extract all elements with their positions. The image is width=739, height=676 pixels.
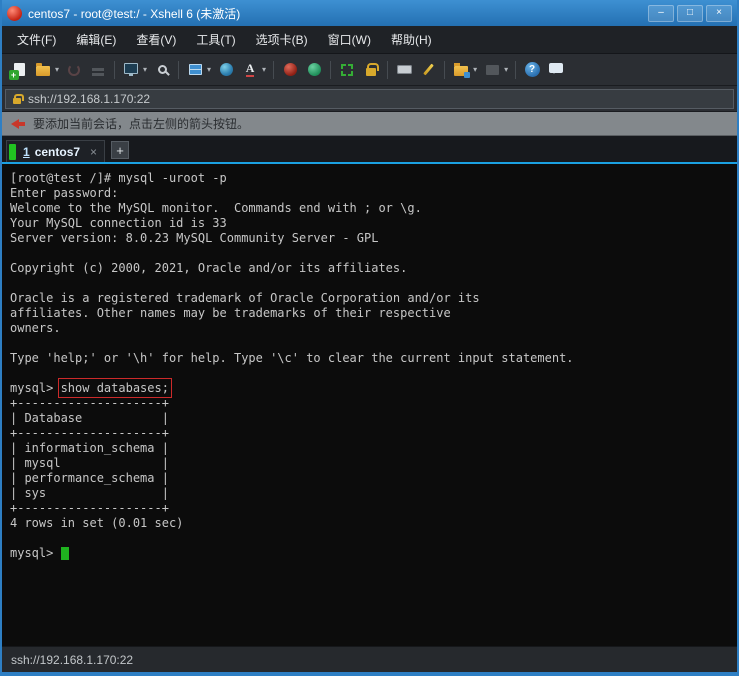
terminal-text-after: +--------------------+ | Database | +---… (10, 396, 183, 560)
window-border-bottom (2, 672, 737, 676)
xshell-window: centos7 - root@test:/ - Xshell 6 (未激活) –… (0, 0, 739, 676)
info-message: 要添加当前会话，点击左侧的箭头按钮。 (33, 115, 249, 132)
fullscreen-icon (341, 64, 353, 76)
open-sessions-dropdown[interactable]: ▾ (55, 65, 62, 74)
terminal-text-before: [root@test /]# mysql -uroot -p Enter pas… (10, 171, 574, 395)
tab-label: centos7 (35, 145, 80, 159)
xshell-app-icon (7, 6, 22, 21)
font-dropdown[interactable]: ▾ (262, 65, 269, 74)
transfer-button (480, 58, 504, 82)
toolbar-separator (330, 61, 331, 79)
tab-bar: 1 centos7 × + (2, 136, 737, 162)
lock-icon (366, 68, 376, 76)
transfer-dropdown: ▾ (504, 65, 511, 74)
pen-icon (423, 64, 434, 76)
menu-window[interactable]: 窗口(W) (319, 26, 380, 53)
layout-button[interactable] (183, 58, 207, 82)
tool-bar: ▾ ▾ ▾ A ▾ ▾ ▾ ? (2, 54, 737, 86)
session-manager-dropdown[interactable]: ▾ (473, 65, 480, 74)
terminal-cursor (61, 547, 69, 560)
keyboard-icon (397, 65, 412, 74)
terminal-monitor-icon (124, 63, 138, 74)
connection-status-indicator (9, 144, 16, 160)
window-controls: – □ × (648, 5, 732, 22)
window-title: centos7 - root@test:/ - Xshell 6 (未激活) (28, 5, 642, 22)
feedback-button[interactable] (544, 58, 568, 82)
new-terminal-dropdown[interactable]: ▾ (143, 65, 150, 74)
xftp-icon (284, 63, 297, 76)
toolbar-separator (387, 61, 388, 79)
tab-number: 1 (23, 145, 30, 159)
reconnect-button (62, 58, 86, 82)
session-manager-button[interactable] (449, 58, 473, 82)
xagent-button[interactable] (302, 58, 326, 82)
disconnect-icon (92, 68, 104, 71)
search-icon (158, 65, 167, 74)
toolbar-separator (273, 61, 274, 79)
menu-tools[interactable]: 工具(T) (187, 26, 244, 53)
maximize-button[interactable]: □ (677, 5, 703, 22)
font-icon: A (246, 62, 255, 77)
address-url: ssh://192.168.1.170:22 (28, 92, 150, 106)
layout-dropdown[interactable]: ▾ (207, 65, 214, 74)
menu-tab[interactable]: 选项卡(B) (247, 26, 317, 53)
menu-bar: 文件(F) 编辑(E) 查看(V) 工具(T) 选项卡(B) 窗口(W) 帮助(… (2, 26, 737, 54)
annotated-command: show databases; (61, 381, 169, 395)
info-bar: 要添加当前会话，点击左侧的箭头按钮。 (2, 112, 737, 136)
status-connection-text: ssh://192.168.1.170:22 (11, 653, 133, 667)
title-bar[interactable]: centos7 - root@test:/ - Xshell 6 (未激活) –… (2, 0, 737, 26)
new-tab-button[interactable]: + (111, 141, 129, 159)
virtual-keyboard-button[interactable] (392, 58, 416, 82)
font-button[interactable]: A (238, 58, 262, 82)
help-button[interactable]: ? (520, 58, 544, 82)
new-session-button[interactable] (7, 58, 31, 82)
session-folder-icon (454, 66, 468, 76)
minimize-button[interactable]: – (648, 5, 674, 22)
xagent-icon (308, 63, 321, 76)
address-field[interactable]: ssh://192.168.1.170:22 (5, 89, 734, 109)
compose-button[interactable] (416, 58, 440, 82)
ssh-lock-icon (13, 98, 21, 104)
add-session-arrow-icon (11, 119, 25, 129)
find-button[interactable] (150, 58, 174, 82)
address-bar: ssh://192.168.1.170:22 (2, 86, 737, 112)
toolbar-separator (444, 61, 445, 79)
toolbar-separator (178, 61, 179, 79)
help-icon: ? (525, 62, 540, 77)
terminal-output[interactable]: [root@test /]# mysql -uroot -p Enter pas… (2, 164, 737, 646)
new-session-icon (14, 63, 25, 76)
close-button[interactable]: × (706, 5, 732, 22)
open-sessions-button[interactable] (31, 58, 55, 82)
new-terminal-button[interactable] (119, 58, 143, 82)
tab-centos7[interactable]: 1 centos7 × (6, 140, 105, 162)
layout-icon (189, 64, 202, 75)
open-folder-icon (36, 66, 50, 76)
menu-view[interactable]: 查看(V) (127, 26, 185, 53)
menu-help[interactable]: 帮助(H) (382, 26, 441, 53)
status-bar: ssh://192.168.1.170:22 (2, 646, 737, 672)
globe-icon (220, 63, 233, 76)
lock-screen-button[interactable] (359, 58, 383, 82)
transfer-icon (486, 65, 499, 75)
menu-file[interactable]: 文件(F) (8, 26, 65, 53)
disconnect-button (86, 58, 110, 82)
chat-bubble-icon (549, 63, 563, 73)
reconnect-icon (68, 64, 80, 76)
menu-edit[interactable]: 编辑(E) (67, 26, 125, 53)
xftp-button[interactable] (278, 58, 302, 82)
toolbar-separator (114, 61, 115, 79)
toolbar-separator (515, 61, 516, 79)
tab-close-icon[interactable]: × (90, 145, 97, 159)
fullscreen-button[interactable] (335, 58, 359, 82)
web-button[interactable] (214, 58, 238, 82)
